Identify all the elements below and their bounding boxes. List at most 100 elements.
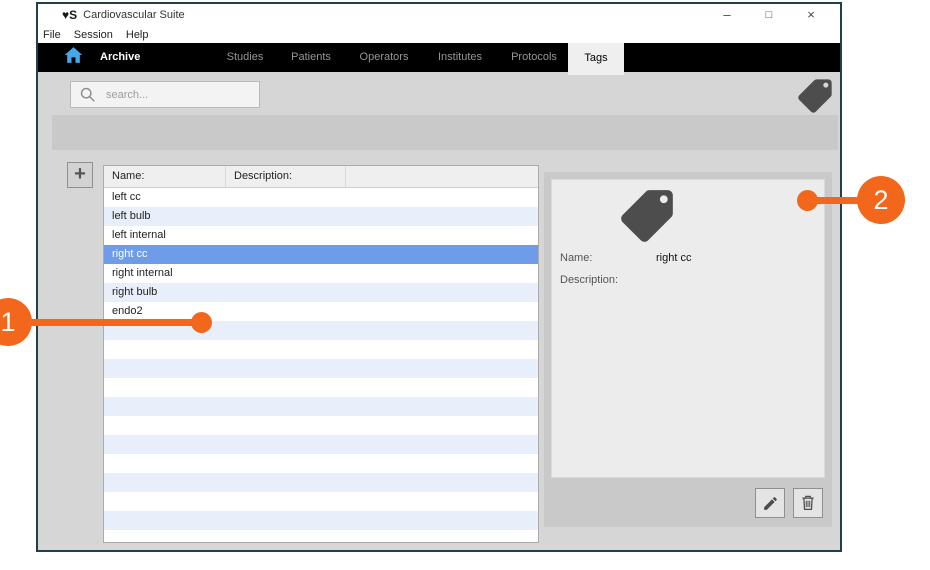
table-row-empty[interactable] [104, 511, 538, 530]
cell-name [104, 511, 226, 530]
tab-patients[interactable]: Patients [291, 43, 331, 72]
tab-institutes[interactable]: Institutes [438, 43, 482, 72]
tab-studies[interactable]: Studies [227, 43, 264, 72]
cell-extra [346, 188, 538, 207]
cell-extra [346, 321, 538, 340]
app-logo-icon: ♥S [62, 9, 77, 21]
table-row-empty[interactable] [104, 492, 538, 511]
app-window: ♥S Cardiovascular Suite – □ × File Sessi… [36, 2, 842, 552]
tab-tags-active[interactable]: Tags [568, 43, 624, 75]
table-row-empty[interactable] [104, 397, 538, 416]
cell-name: left internal [104, 226, 226, 245]
cell-description [226, 302, 346, 321]
menu-session[interactable]: Session [74, 29, 113, 41]
menu-file[interactable]: File [43, 29, 61, 41]
tag-detail-panel: Name: right cc Description: [551, 179, 825, 478]
table-body: left cc left bulb left internal right cc… [104, 188, 538, 543]
cell-description [226, 340, 346, 359]
cell-extra [346, 207, 538, 226]
cell-description [226, 359, 346, 378]
cell-name: left cc [104, 188, 226, 207]
cell-name [104, 530, 226, 543]
detail-panel-container: Name: right cc Description: [544, 172, 832, 527]
cell-description [226, 207, 346, 226]
cell-extra [346, 511, 538, 530]
search-input[interactable] [104, 88, 248, 102]
cell-description [226, 245, 346, 264]
cell-extra [346, 226, 538, 245]
table-row-empty[interactable] [104, 530, 538, 543]
cell-description [226, 511, 346, 530]
column-header-description: Description: [226, 166, 346, 187]
cell-name [104, 397, 226, 416]
cell-extra [346, 492, 538, 511]
table-row-empty[interactable] [104, 416, 538, 435]
tab-operators[interactable]: Operators [360, 43, 409, 72]
cell-name: right internal [104, 264, 226, 283]
tag-icon [616, 185, 678, 247]
edit-tag-button[interactable] [755, 488, 785, 518]
tag-icon [795, 76, 835, 116]
detail-description-label: Description: [560, 274, 618, 286]
cell-description [226, 264, 346, 283]
table-row[interactable]: right bulb [104, 283, 538, 302]
cell-extra [346, 397, 538, 416]
table-row[interactable]: left bulb [104, 207, 538, 226]
cell-extra [346, 454, 538, 473]
home-icon [64, 46, 83, 69]
tab-protocols[interactable]: Protocols [511, 43, 557, 72]
detail-name-label: Name: [560, 252, 592, 264]
search-box[interactable] [70, 81, 260, 108]
cell-description [226, 321, 346, 340]
table-row-empty[interactable] [104, 473, 538, 492]
cell-description [226, 492, 346, 511]
cell-extra [346, 302, 538, 321]
toolbar-strip [52, 115, 838, 150]
cell-description [226, 397, 346, 416]
table-row-empty[interactable] [104, 340, 538, 359]
table-row[interactable]: left cc [104, 188, 538, 207]
table-row-empty[interactable] [104, 378, 538, 397]
close-icon[interactable]: × [790, 4, 832, 26]
window-controls: – □ × [706, 4, 832, 26]
cell-extra [346, 435, 538, 454]
cell-description [226, 283, 346, 302]
maximize-icon[interactable]: □ [748, 4, 790, 26]
tags-table: Name: Description: left cc left bulb lef… [103, 165, 539, 543]
cell-extra [346, 359, 538, 378]
pencil-icon [762, 495, 779, 512]
cell-name: right bulb [104, 283, 226, 302]
table-row[interactable]: right internal [104, 264, 538, 283]
menu-help[interactable]: Help [126, 29, 149, 41]
cell-description [226, 226, 346, 245]
home-button[interactable] [61, 45, 86, 70]
cell-description [226, 473, 346, 492]
minimize-icon[interactable]: – [706, 4, 748, 26]
delete-tag-button[interactable] [793, 488, 823, 518]
search-icon [79, 86, 97, 104]
table-row[interactable]: left internal [104, 226, 538, 245]
cell-description [226, 378, 346, 397]
menu-bar: File Session Help [38, 26, 840, 43]
callout-1-line [8, 319, 201, 326]
cell-extra [346, 245, 538, 264]
cell-name: right cc [104, 245, 226, 264]
cell-name [104, 473, 226, 492]
cell-name [104, 416, 226, 435]
table-row-empty[interactable] [104, 359, 538, 378]
table-row-empty[interactable] [104, 435, 538, 454]
cell-description [226, 416, 346, 435]
cell-name [104, 435, 226, 454]
cell-name: left bulb [104, 207, 226, 226]
cell-extra [346, 340, 538, 359]
callout-1-badge: 1 [0, 298, 32, 346]
cell-extra [346, 530, 538, 543]
table-row[interactable]: right cc [104, 245, 538, 264]
cell-extra [346, 264, 538, 283]
cell-description [226, 188, 346, 207]
table-header: Name: Description: [104, 166, 538, 188]
table-row-empty[interactable] [104, 454, 538, 473]
cell-extra [346, 416, 538, 435]
heart-icon: ♥ [62, 9, 69, 21]
add-tag-button[interactable]: + [67, 162, 93, 188]
